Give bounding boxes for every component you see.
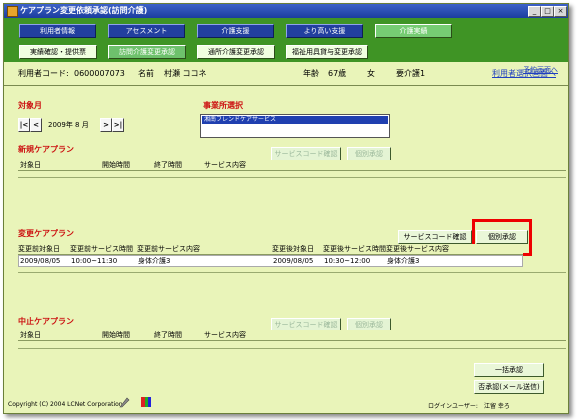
- login-user-label: ログインユーザー:: [428, 403, 478, 410]
- new-plan-code-check-button[interactable]: サービスコード確認: [271, 147, 341, 161]
- before-time-cell: 10:00~11:30: [71, 257, 118, 265]
- col-start-time: 開始時間: [102, 331, 130, 339]
- cancel-plan-label: 中止ケアプラン: [18, 317, 74, 326]
- col-target-date: 対象日: [20, 161, 41, 169]
- col-target-date: 対象日: [20, 331, 41, 339]
- col-before-service: 変更前サービス内容: [137, 245, 200, 253]
- col-end-time: 終了時間: [154, 331, 182, 339]
- bulk-approve-button[interactable]: 一括承認: [474, 363, 544, 377]
- after-date-cell: 2009/08/05: [273, 257, 314, 265]
- user-info-bar: 利用者コード: 0600007073 名前 村瀬 ココネ 年齢 67歳 女 要介…: [4, 63, 568, 86]
- col-service: サービス内容: [204, 331, 246, 339]
- new-plan-table-header: 対象日 開始時間 終了時間 サービス内容: [18, 160, 566, 171]
- app-window: ケアプラン変更依頼承認(訪問介護) _ □ × 利用者情報 アセスメント 介護支…: [3, 3, 569, 414]
- subnav-record-confirm[interactable]: 実績確認・提供票: [19, 45, 97, 59]
- next-year-button[interactable]: >|: [112, 118, 124, 132]
- cancel-plan-separator: [18, 348, 566, 349]
- minimize-button[interactable]: _: [528, 6, 541, 17]
- before-date-cell: 2009/08/05: [20, 257, 61, 265]
- col-before-time: 変更前サービス時間: [70, 245, 133, 253]
- change-plan-code-check-button[interactable]: サービスコード確認: [398, 230, 472, 244]
- nav-user-info[interactable]: 利用者情報: [19, 24, 96, 38]
- target-month-value: 2009年 8 月: [48, 121, 89, 129]
- color-palette-icon[interactable]: [140, 396, 152, 408]
- new-plan-label: 新規ケアプラン: [18, 145, 74, 154]
- after-service-cell: 身体介護3: [387, 257, 420, 265]
- office-listbox[interactable]: 湘南フレンドケアサービス: [200, 114, 390, 138]
- col-after-date: 変更後対象日: [272, 245, 314, 253]
- new-plan-approve-button[interactable]: 個別承認: [347, 147, 391, 161]
- care-level-value: 要介護1: [396, 69, 426, 78]
- sex-value: 女: [367, 69, 375, 78]
- close-button[interactable]: ×: [554, 6, 567, 17]
- nav-higher-support[interactable]: より高い支援: [286, 24, 363, 38]
- target-month-label: 対象月: [18, 101, 42, 110]
- col-before-date: 変更前対象日: [18, 245, 60, 253]
- col-service: サービス内容: [204, 161, 246, 169]
- subnav-visit-care-approval[interactable]: 訪問介護変更承認: [108, 45, 186, 59]
- next-month-button[interactable]: >: [100, 118, 112, 132]
- col-after-service: 変更後サービス内容: [386, 245, 449, 253]
- prev-year-button[interactable]: |<: [18, 118, 30, 132]
- name-label: 名前: [138, 69, 154, 78]
- nav-assessment[interactable]: アセスメント: [108, 24, 185, 38]
- app-icon: [7, 6, 18, 17]
- table-row[interactable]: 2009/08/05 10:00~11:30 身体介護3 2009/08/05 …: [18, 255, 523, 267]
- office-selected-item[interactable]: 湘南フレンドケアサービス: [202, 116, 388, 124]
- change-plan-label: 変更ケアプラン: [18, 229, 74, 238]
- age-label: 年齢: [303, 69, 319, 78]
- cancel-plan-table-header: 対象日 開始時間 終了時間 サービス内容: [18, 330, 566, 341]
- pen-icon[interactable]: [118, 396, 130, 408]
- maximize-button[interactable]: □: [541, 6, 554, 17]
- office-select-label: 事業所選択: [203, 101, 243, 110]
- copyright-text: Copyright (C) 2004 LCNet Corporation: [8, 401, 123, 408]
- user-code-value: 0600007073: [74, 69, 125, 78]
- before-service-cell: 身体介護3: [138, 257, 171, 265]
- new-plan-separator: [18, 177, 566, 178]
- nav-care-support[interactable]: 介護支援: [197, 24, 274, 38]
- col-after-time: 変更後サービス時間: [323, 245, 386, 253]
- change-plan-table-header: 変更前対象日 変更前サービス時間 変更前サービス内容 変更後対象日 変更後サービ…: [18, 244, 523, 255]
- login-user-name: 江留 幸ろ: [484, 403, 510, 410]
- user-select-link[interactable]: 利用者選択画面へ: [492, 69, 556, 79]
- top-navigation: 利用者情報 アセスメント 介護支援 より高い支援 介護実績 実績確認・提供票 訪…: [4, 18, 568, 62]
- after-time-cell: 10:30~12:00: [324, 257, 371, 265]
- deny-mail-button[interactable]: 否承認(メール送信): [474, 380, 544, 394]
- title-bar: ケアプラン変更依頼承認(訪問介護) _ □ ×: [4, 4, 568, 18]
- nav-care-record[interactable]: 介護実績: [375, 24, 452, 38]
- subnav-welfare-equipment-approval[interactable]: 福祉用具貸与変更承認: [286, 45, 368, 59]
- name-value: 村瀬 ココネ: [164, 69, 207, 78]
- col-end-time: 終了時間: [154, 161, 182, 169]
- change-plan-separator: [18, 272, 566, 273]
- window-title: ケアプラン変更依頼承認(訪問介護): [20, 6, 148, 15]
- user-code-label: 利用者コード:: [18, 69, 69, 78]
- subnav-daycare-approval[interactable]: 通所介護変更承認: [197, 45, 275, 59]
- prev-month-button[interactable]: <: [30, 118, 42, 132]
- age-value: 67歳: [328, 69, 347, 78]
- col-start-time: 開始時間: [102, 161, 130, 169]
